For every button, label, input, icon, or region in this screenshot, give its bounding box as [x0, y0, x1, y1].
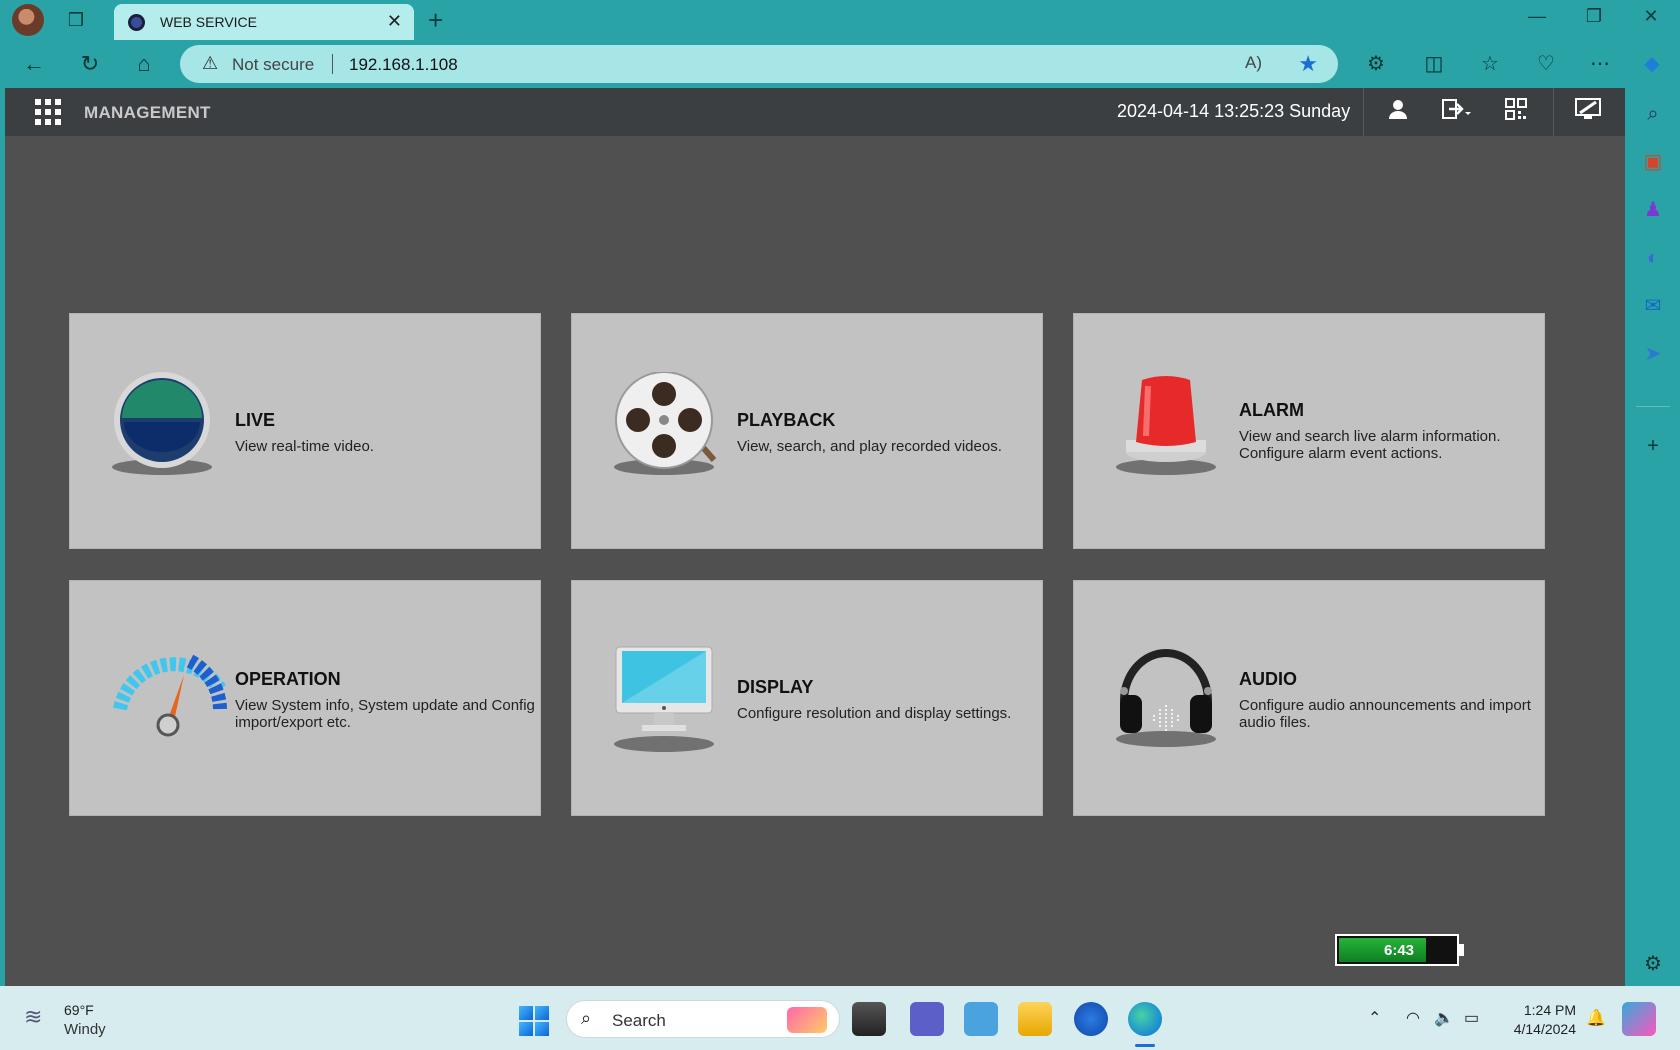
card-display-desc: Configure resolution and display setting…	[737, 705, 1012, 722]
security-label[interactable]: Not secure	[232, 55, 314, 75]
widgets-icon[interactable]	[964, 1002, 998, 1036]
teams-icon[interactable]	[910, 1002, 944, 1036]
address-bar[interactable]: ⚠ Not secure 192.168.1.108 A) ★	[180, 45, 1338, 83]
card-display[interactable]: DISPLAY Configure resolution and display…	[571, 580, 1043, 816]
file-explorer-icon[interactable]	[1018, 1002, 1052, 1036]
games-icon[interactable]: ♟	[1639, 196, 1667, 224]
alarm-siren-icon	[1114, 372, 1234, 492]
header-divider	[1363, 88, 1364, 136]
split-screen-icon[interactable]: ◫	[1418, 48, 1450, 80]
copilot-sidebar-icon[interactable]: ◐	[1639, 244, 1667, 272]
tab-actions-icon[interactable]: ❒	[62, 6, 90, 34]
edge-browser-icon[interactable]	[1128, 1002, 1162, 1036]
card-playback[interactable]: PLAYBACK View, search, and play recorded…	[571, 313, 1043, 549]
url-text[interactable]: 192.168.1.108	[349, 55, 458, 75]
read-aloud-icon[interactable]: A)	[1245, 53, 1262, 73]
address-separator	[332, 54, 333, 74]
tools-icon[interactable]: ▣	[1639, 148, 1667, 176]
extensions-icon[interactable]: ⚙	[1360, 48, 1392, 80]
card-playback-title: PLAYBACK	[737, 410, 836, 430]
taskbar-search-label: Search	[612, 1011, 666, 1030]
windows-taskbar: ≋ 69°F Windy ⌕ Search ⌃ ◠ 🔈 ▭ 1:24 PM 4/…	[0, 986, 1680, 1050]
browser-tab-web-service[interactable]: WEB SERVICE ✕	[114, 4, 414, 40]
card-display-title: DISPLAY	[737, 677, 814, 697]
card-alarm-desc: View and search live alarm information. …	[1239, 428, 1501, 462]
copilot-icon[interactable]: ◆	[1636, 48, 1668, 80]
minimize-button[interactable]: —	[1517, 6, 1557, 27]
settings-gear-icon[interactable]: ⚙	[1639, 950, 1667, 978]
taskbar-time[interactable]: 1:24 PM	[1512, 1002, 1576, 1018]
card-audio[interactable]: AUDIO Configure audio announcements and …	[1073, 580, 1545, 816]
profile-avatar[interactable]	[12, 4, 44, 36]
qr-code-icon[interactable]	[1501, 98, 1531, 126]
favorite-star-icon[interactable]: ★	[1298, 51, 1318, 77]
sidebar-divider	[1636, 406, 1670, 407]
logout-icon[interactable]	[1441, 98, 1471, 126]
app-icon[interactable]	[1074, 1002, 1108, 1036]
battery-indicator: 6:43	[1335, 934, 1464, 966]
card-operation[interactable]: OPERATION View System info, System updat…	[69, 580, 541, 816]
search-highlight-icon	[787, 1007, 827, 1033]
taskbar-date[interactable]: 4/14/2024	[1500, 1021, 1576, 1037]
card-live-title: LIVE	[235, 410, 276, 430]
speedometer-icon	[110, 639, 230, 759]
home-icon[interactable]: ⌂	[128, 48, 160, 80]
search-icon[interactable]: ⌕	[1639, 100, 1667, 128]
restore-button[interactable]: ❐	[1574, 6, 1614, 27]
outlook-icon[interactable]: ✉	[1639, 292, 1667, 320]
web-service-app: MANAGEMENT 2024-04-14 13:25:23 Sunday LI…	[5, 88, 1625, 986]
more-menu-icon[interactable]: ⋯	[1584, 48, 1616, 80]
app-header: MANAGEMENT 2024-04-14 13:25:23 Sunday	[5, 88, 1625, 136]
back-icon[interactable]: ←	[18, 48, 50, 80]
card-operation-title: OPERATION	[235, 669, 341, 689]
new-tab-button[interactable]: +	[428, 5, 443, 36]
active-app-indicator	[1135, 1044, 1155, 1047]
card-audio-desc: Configure audio announcements and import…	[1239, 697, 1531, 731]
battery-icon[interactable]: ▭	[1464, 1008, 1479, 1028]
browser-tab-strip: ❒ WEB SERVICE ✕ + — ❐ ✕	[0, 0, 1680, 40]
film-reel-icon	[612, 371, 732, 492]
add-icon[interactable]: +	[1639, 432, 1667, 460]
browser-toolbar: ← ↻ ⌂ ⚠ Not secure 192.168.1.108 A) ★ ⚙ …	[0, 40, 1680, 88]
task-view-icon[interactable]	[852, 1002, 886, 1036]
card-playback-desc: View, search, and play recorded videos.	[737, 438, 1002, 455]
card-live[interactable]: LIVE View real-time video.	[69, 313, 541, 549]
favorites-icon[interactable]: ☆	[1474, 48, 1506, 80]
device-datetime: 2024-04-14 13:25:23 Sunday	[1117, 101, 1351, 121]
card-operation-desc: View System info, System update and Conf…	[235, 697, 535, 731]
search-icon: ⌕	[581, 1008, 592, 1028]
wind-icon[interactable]: ≋	[24, 1004, 42, 1030]
card-alarm[interactable]: ALARM View and search live alarm informa…	[1073, 313, 1545, 549]
card-live-desc: View real-time video.	[235, 438, 374, 455]
headphones-icon	[1114, 639, 1234, 759]
close-window-button[interactable]: ✕	[1631, 6, 1671, 27]
card-alarm-title: ALARM	[1239, 400, 1304, 420]
battery-time: 6:43	[1383, 942, 1415, 959]
live-camera-icon	[110, 372, 230, 492]
user-icon[interactable]	[1383, 98, 1413, 126]
warning-icon[interactable]: ⚠	[202, 53, 218, 74]
card-audio-title: AUDIO	[1239, 669, 1297, 689]
tab-title: WEB SERVICE	[160, 14, 257, 30]
apps-grid-icon[interactable]	[35, 99, 61, 125]
tab-favicon-icon	[128, 14, 145, 31]
weather-temperature[interactable]: 69°F	[64, 1002, 94, 1018]
taskbar-search[interactable]: ⌕ Search	[566, 1000, 840, 1038]
wifi-icon[interactable]: ◠	[1406, 1008, 1420, 1028]
browser-essentials-icon[interactable]: ♡	[1530, 48, 1562, 80]
edge-sidebar: ⌕ ▣ ♟ ◐ ✉ ➤ + ⚙	[1626, 88, 1680, 986]
send-icon[interactable]: ➤	[1639, 340, 1667, 368]
monitor-display-icon	[612, 639, 732, 759]
monitor-icon[interactable]	[1573, 98, 1603, 126]
weather-condition[interactable]: Windy	[64, 1021, 106, 1038]
volume-muted-icon[interactable]: 🔈	[1434, 1008, 1454, 1028]
tab-close-icon[interactable]: ✕	[387, 11, 402, 32]
refresh-icon[interactable]: ↻	[74, 48, 106, 80]
windows-start-icon[interactable]	[519, 1006, 549, 1036]
app-title: MANAGEMENT	[84, 103, 211, 122]
notifications-icon[interactable]: 🔔	[1586, 1008, 1606, 1028]
show-hidden-icons-chevron-icon[interactable]: ⌃	[1368, 1008, 1381, 1028]
copilot-taskbar-icon[interactable]	[1622, 1002, 1656, 1036]
header-divider	[1553, 88, 1554, 136]
